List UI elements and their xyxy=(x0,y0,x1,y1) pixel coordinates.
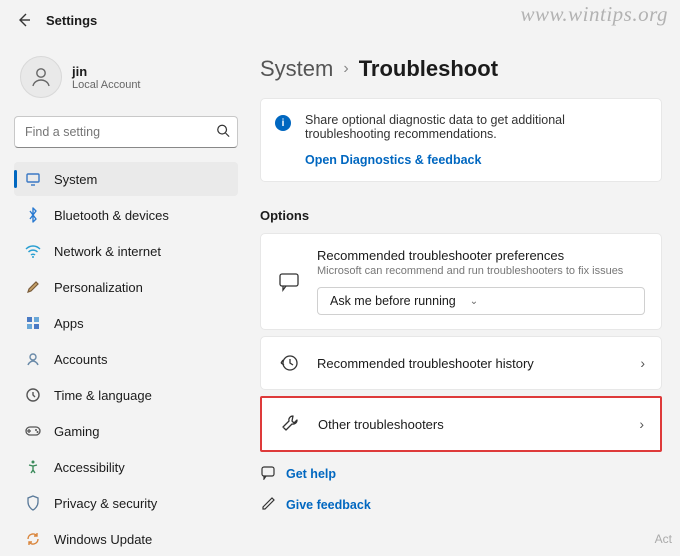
main-content: System › Troubleshoot i Share optional d… xyxy=(248,40,680,556)
sidebar-item-label: Windows Update xyxy=(54,532,152,547)
watermark-text: www.wintips.org xyxy=(520,2,668,27)
sidebar-item-label: Accounts xyxy=(54,352,107,367)
get-help-link[interactable]: Get help xyxy=(260,464,662,483)
sidebar-item-accessibility[interactable]: Accessibility xyxy=(14,450,238,484)
sidebar-item-bluetooth[interactable]: Bluetooth & devices xyxy=(14,198,238,232)
sidebar-item-personalization[interactable]: Personalization xyxy=(14,270,238,304)
wrench-icon xyxy=(278,412,302,436)
accounts-icon xyxy=(24,350,42,368)
feedback-icon xyxy=(260,495,276,514)
sidebar: jin Local Account System Bluetooth & dev… xyxy=(0,40,248,556)
chevron-right-icon: › xyxy=(343,60,348,78)
breadcrumb-parent[interactable]: System xyxy=(260,56,333,82)
profile-block[interactable]: jin Local Account xyxy=(14,46,238,112)
search-wrap xyxy=(14,116,238,148)
gaming-icon xyxy=(24,422,42,440)
sidebar-item-label: Network & internet xyxy=(54,244,161,259)
bluetooth-icon xyxy=(24,206,42,224)
pref-dropdown[interactable]: Ask me before running ⌄ xyxy=(317,287,645,315)
other-title: Other troubleshooters xyxy=(318,417,623,432)
breadcrumb: System › Troubleshoot xyxy=(260,56,662,82)
history-title: Recommended troubleshooter history xyxy=(317,356,624,371)
sidebar-item-label: Personalization xyxy=(54,280,143,295)
search-icon xyxy=(216,124,230,141)
sidebar-item-system[interactable]: System xyxy=(14,162,238,196)
system-icon xyxy=(24,170,42,188)
pref-sub: Microsoft can recommend and run troubles… xyxy=(317,265,645,277)
sidebar-item-accounts[interactable]: Accounts xyxy=(14,342,238,376)
sidebar-item-apps[interactable]: Apps xyxy=(14,306,238,340)
history-icon xyxy=(277,351,301,375)
chevron-right-icon: › xyxy=(640,355,645,371)
sidebar-item-label: Accessibility xyxy=(54,460,125,475)
chevron-down-icon: ⌄ xyxy=(470,296,478,307)
search-input[interactable] xyxy=(14,116,238,148)
sidebar-item-network[interactable]: Network & internet xyxy=(14,234,238,268)
update-icon xyxy=(24,530,42,548)
sidebar-item-label: Privacy & security xyxy=(54,496,157,511)
options-heading: Options xyxy=(260,208,662,223)
clock-icon xyxy=(24,386,42,404)
activate-text: Act xyxy=(655,532,672,546)
chevron-right-icon: › xyxy=(639,416,644,432)
get-help-label: Get help xyxy=(286,467,336,481)
sidebar-item-label: Time & language xyxy=(54,388,152,403)
recommended-preferences-card: Recommended troubleshooter preferences M… xyxy=(260,233,662,330)
diagnostics-info-card: i Share optional diagnostic data to get … xyxy=(260,98,662,182)
apps-icon xyxy=(24,314,42,332)
sidebar-item-label: Gaming xyxy=(54,424,100,439)
brush-icon xyxy=(24,278,42,296)
sidebar-item-time-language[interactable]: Time & language xyxy=(14,378,238,412)
give-feedback-label: Give feedback xyxy=(286,498,371,512)
sidebar-item-windows-update[interactable]: Windows Update xyxy=(14,522,238,556)
accessibility-icon xyxy=(24,458,42,476)
app-title: Settings xyxy=(46,13,97,28)
give-feedback-link[interactable]: Give feedback xyxy=(260,495,662,514)
profile-type: Local Account xyxy=(72,79,141,91)
other-troubleshooters-card[interactable]: Other troubleshooters › xyxy=(260,396,662,452)
wifi-icon xyxy=(24,242,42,260)
info-icon: i xyxy=(275,115,291,131)
breadcrumb-current: Troubleshoot xyxy=(359,56,498,82)
back-arrow-icon xyxy=(16,12,32,28)
pref-title: Recommended troubleshooter preferences xyxy=(317,248,645,263)
sidebar-item-privacy[interactable]: Privacy & security xyxy=(14,486,238,520)
sidebar-item-label: Bluetooth & devices xyxy=(54,208,169,223)
info-text: Share optional diagnostic data to get ad… xyxy=(305,113,645,141)
person-icon xyxy=(29,65,53,89)
help-icon xyxy=(260,464,276,483)
chat-icon xyxy=(277,270,301,294)
sidebar-item-label: Apps xyxy=(54,316,84,331)
sidebar-item-label: System xyxy=(54,172,97,187)
dropdown-value: Ask me before running xyxy=(330,294,456,308)
shield-icon xyxy=(24,494,42,512)
sidebar-item-gaming[interactable]: Gaming xyxy=(14,414,238,448)
back-button[interactable] xyxy=(10,6,38,34)
open-diagnostics-link[interactable]: Open Diagnostics & feedback xyxy=(305,153,645,167)
profile-name: jin xyxy=(72,64,141,79)
recommended-history-card[interactable]: Recommended troubleshooter history › xyxy=(260,336,662,390)
avatar xyxy=(20,56,62,98)
